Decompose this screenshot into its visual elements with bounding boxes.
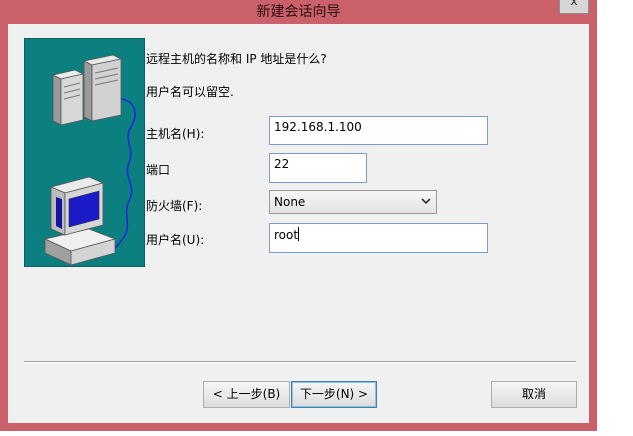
user-input[interactable]: root [269,223,488,253]
close-icon: x [570,0,578,8]
cancel-button[interactable]: 取消 [491,381,577,408]
cable-icon [112,98,136,252]
window-title: 新建会话向导 [256,4,341,20]
firewall-label: 防火墙(F): [146,199,203,213]
user-value: root [274,228,299,242]
computer-icon [43,176,117,266]
back-button[interactable]: < 上一步(B) [203,381,290,408]
hint-text: 用户名可以留空. [146,85,234,99]
wizard-illustration [24,38,145,267]
network-illustration [43,54,136,266]
dropdown-arrow-icon[interactable] [420,194,432,208]
close-button[interactable]: x [559,0,589,14]
server-icon [51,54,123,126]
user-label: 用户名(U): [146,233,205,247]
prompt-text: 远程主机的名称和 IP 地址是什么? [146,52,327,66]
next-button[interactable]: 下一步(N) > [291,381,377,408]
title-bar[interactable]: 新建会话向导 x [0,0,597,24]
host-value: 192.168.1.100 [274,120,362,134]
text-caret [298,227,300,241]
port-label: 端口 [146,163,171,177]
page: 新建会话向导 x 远程主机的名称和 IP 地址是什么? 用户名可以留空. 主机名… [0,0,633,436]
port-value: 22 [274,157,290,171]
dialog-client-area: 远程主机的名称和 IP 地址是什么? 用户名可以留空. 主机名(H): 192.… [8,24,589,423]
button-separator [24,361,576,363]
host-label: 主机名(H): [146,127,205,141]
firewall-value: None [274,195,306,209]
firewall-select[interactable]: None [269,190,437,214]
host-input[interactable]: 192.168.1.100 [269,116,488,145]
wizard-window: 新建会话向导 x 远程主机的名称和 IP 地址是什么? 用户名可以留空. 主机名… [0,0,597,431]
port-input[interactable]: 22 [269,153,367,183]
